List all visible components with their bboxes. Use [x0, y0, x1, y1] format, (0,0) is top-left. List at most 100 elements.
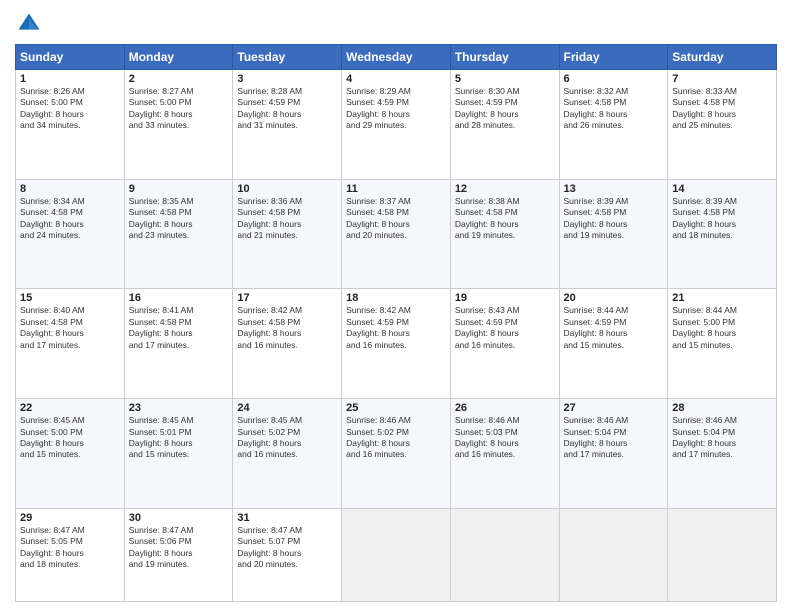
- cell-info: Sunrise: 8:45 AM Sunset: 5:00 PM Dayligh…: [20, 415, 120, 461]
- calendar-cell: 19Sunrise: 8:43 AM Sunset: 4:59 PM Dayli…: [450, 289, 559, 399]
- calendar-cell: [450, 508, 559, 601]
- cell-info: Sunrise: 8:37 AM Sunset: 4:58 PM Dayligh…: [346, 196, 446, 242]
- calendar-cell: 24Sunrise: 8:45 AM Sunset: 5:02 PM Dayli…: [233, 399, 342, 509]
- day-number: 17: [237, 292, 337, 304]
- header: [15, 10, 777, 38]
- logo: [15, 10, 47, 38]
- calendar-cell: 15Sunrise: 8:40 AM Sunset: 4:58 PM Dayli…: [16, 289, 125, 399]
- cell-info: Sunrise: 8:44 AM Sunset: 4:59 PM Dayligh…: [564, 305, 664, 351]
- calendar-table: SundayMondayTuesdayWednesdayThursdayFrid…: [15, 44, 777, 602]
- cell-info: Sunrise: 8:43 AM Sunset: 4:59 PM Dayligh…: [455, 305, 555, 351]
- calendar-cell: 23Sunrise: 8:45 AM Sunset: 5:01 PM Dayli…: [124, 399, 233, 509]
- day-number: 11: [346, 183, 446, 195]
- day-number: 12: [455, 183, 555, 195]
- page: SundayMondayTuesdayWednesdayThursdayFrid…: [0, 0, 792, 612]
- cell-info: Sunrise: 8:47 AM Sunset: 5:07 PM Dayligh…: [237, 525, 337, 571]
- day-number: 19: [455, 292, 555, 304]
- day-number: 29: [20, 512, 120, 524]
- cell-info: Sunrise: 8:47 AM Sunset: 5:05 PM Dayligh…: [20, 525, 120, 571]
- weekday-header-wednesday: Wednesday: [342, 45, 451, 70]
- cell-info: Sunrise: 8:38 AM Sunset: 4:58 PM Dayligh…: [455, 196, 555, 242]
- calendar-cell: 21Sunrise: 8:44 AM Sunset: 5:00 PM Dayli…: [668, 289, 777, 399]
- weekday-header-monday: Monday: [124, 45, 233, 70]
- calendar-cell: [342, 508, 451, 601]
- calendar-week-row: 8Sunrise: 8:34 AM Sunset: 4:58 PM Daylig…: [16, 179, 777, 289]
- cell-info: Sunrise: 8:33 AM Sunset: 4:58 PM Dayligh…: [672, 86, 772, 132]
- calendar-cell: 27Sunrise: 8:46 AM Sunset: 5:04 PM Dayli…: [559, 399, 668, 509]
- calendar-cell: 12Sunrise: 8:38 AM Sunset: 4:58 PM Dayli…: [450, 179, 559, 289]
- logo-icon: [15, 10, 43, 38]
- cell-info: Sunrise: 8:32 AM Sunset: 4:58 PM Dayligh…: [564, 86, 664, 132]
- day-number: 13: [564, 183, 664, 195]
- day-number: 23: [129, 402, 229, 414]
- day-number: 18: [346, 292, 446, 304]
- cell-info: Sunrise: 8:27 AM Sunset: 5:00 PM Dayligh…: [129, 86, 229, 132]
- calendar-cell: 13Sunrise: 8:39 AM Sunset: 4:58 PM Dayli…: [559, 179, 668, 289]
- weekday-header-row: SundayMondayTuesdayWednesdayThursdayFrid…: [16, 45, 777, 70]
- calendar-cell: 25Sunrise: 8:46 AM Sunset: 5:02 PM Dayli…: [342, 399, 451, 509]
- calendar-week-row: 15Sunrise: 8:40 AM Sunset: 4:58 PM Dayli…: [16, 289, 777, 399]
- cell-info: Sunrise: 8:35 AM Sunset: 4:58 PM Dayligh…: [129, 196, 229, 242]
- calendar-cell: 4Sunrise: 8:29 AM Sunset: 4:59 PM Daylig…: [342, 70, 451, 180]
- calendar-cell: 14Sunrise: 8:39 AM Sunset: 4:58 PM Dayli…: [668, 179, 777, 289]
- cell-info: Sunrise: 8:42 AM Sunset: 4:58 PM Dayligh…: [237, 305, 337, 351]
- cell-info: Sunrise: 8:46 AM Sunset: 5:02 PM Dayligh…: [346, 415, 446, 461]
- cell-info: Sunrise: 8:45 AM Sunset: 5:01 PM Dayligh…: [129, 415, 229, 461]
- calendar-cell: 30Sunrise: 8:47 AM Sunset: 5:06 PM Dayli…: [124, 508, 233, 601]
- day-number: 1: [20, 73, 120, 85]
- cell-info: Sunrise: 8:30 AM Sunset: 4:59 PM Dayligh…: [455, 86, 555, 132]
- day-number: 28: [672, 402, 772, 414]
- cell-info: Sunrise: 8:28 AM Sunset: 4:59 PM Dayligh…: [237, 86, 337, 132]
- calendar-week-row: 1Sunrise: 8:26 AM Sunset: 5:00 PM Daylig…: [16, 70, 777, 180]
- day-number: 27: [564, 402, 664, 414]
- cell-info: Sunrise: 8:45 AM Sunset: 5:02 PM Dayligh…: [237, 415, 337, 461]
- calendar-cell: 7Sunrise: 8:33 AM Sunset: 4:58 PM Daylig…: [668, 70, 777, 180]
- calendar-cell: 17Sunrise: 8:42 AM Sunset: 4:58 PM Dayli…: [233, 289, 342, 399]
- cell-info: Sunrise: 8:46 AM Sunset: 5:04 PM Dayligh…: [564, 415, 664, 461]
- day-number: 15: [20, 292, 120, 304]
- calendar-cell: 10Sunrise: 8:36 AM Sunset: 4:58 PM Dayli…: [233, 179, 342, 289]
- day-number: 26: [455, 402, 555, 414]
- weekday-header-saturday: Saturday: [668, 45, 777, 70]
- calendar-cell: 5Sunrise: 8:30 AM Sunset: 4:59 PM Daylig…: [450, 70, 559, 180]
- calendar-cell: 26Sunrise: 8:46 AM Sunset: 5:03 PM Dayli…: [450, 399, 559, 509]
- calendar-cell: 3Sunrise: 8:28 AM Sunset: 4:59 PM Daylig…: [233, 70, 342, 180]
- weekday-header-sunday: Sunday: [16, 45, 125, 70]
- day-number: 24: [237, 402, 337, 414]
- calendar-cell: 1Sunrise: 8:26 AM Sunset: 5:00 PM Daylig…: [16, 70, 125, 180]
- cell-info: Sunrise: 8:34 AM Sunset: 4:58 PM Dayligh…: [20, 196, 120, 242]
- cell-info: Sunrise: 8:44 AM Sunset: 5:00 PM Dayligh…: [672, 305, 772, 351]
- calendar-cell: 16Sunrise: 8:41 AM Sunset: 4:58 PM Dayli…: [124, 289, 233, 399]
- calendar-cell: 31Sunrise: 8:47 AM Sunset: 5:07 PM Dayli…: [233, 508, 342, 601]
- day-number: 10: [237, 183, 337, 195]
- calendar-cell: 22Sunrise: 8:45 AM Sunset: 5:00 PM Dayli…: [16, 399, 125, 509]
- calendar-cell: 28Sunrise: 8:46 AM Sunset: 5:04 PM Dayli…: [668, 399, 777, 509]
- calendar-week-row: 22Sunrise: 8:45 AM Sunset: 5:00 PM Dayli…: [16, 399, 777, 509]
- day-number: 16: [129, 292, 229, 304]
- calendar-cell: 11Sunrise: 8:37 AM Sunset: 4:58 PM Dayli…: [342, 179, 451, 289]
- cell-info: Sunrise: 8:36 AM Sunset: 4:58 PM Dayligh…: [237, 196, 337, 242]
- day-number: 9: [129, 183, 229, 195]
- day-number: 25: [346, 402, 446, 414]
- day-number: 4: [346, 73, 446, 85]
- day-number: 20: [564, 292, 664, 304]
- weekday-header-tuesday: Tuesday: [233, 45, 342, 70]
- calendar-cell: 6Sunrise: 8:32 AM Sunset: 4:58 PM Daylig…: [559, 70, 668, 180]
- day-number: 21: [672, 292, 772, 304]
- day-number: 31: [237, 512, 337, 524]
- calendar-cell: [559, 508, 668, 601]
- day-number: 30: [129, 512, 229, 524]
- cell-info: Sunrise: 8:29 AM Sunset: 4:59 PM Dayligh…: [346, 86, 446, 132]
- cell-info: Sunrise: 8:26 AM Sunset: 5:00 PM Dayligh…: [20, 86, 120, 132]
- day-number: 2: [129, 73, 229, 85]
- calendar-cell: [668, 508, 777, 601]
- calendar-week-row: 29Sunrise: 8:47 AM Sunset: 5:05 PM Dayli…: [16, 508, 777, 601]
- day-number: 5: [455, 73, 555, 85]
- day-number: 8: [20, 183, 120, 195]
- cell-info: Sunrise: 8:41 AM Sunset: 4:58 PM Dayligh…: [129, 305, 229, 351]
- day-number: 3: [237, 73, 337, 85]
- day-number: 14: [672, 183, 772, 195]
- day-number: 7: [672, 73, 772, 85]
- day-number: 6: [564, 73, 664, 85]
- cell-info: Sunrise: 8:46 AM Sunset: 5:03 PM Dayligh…: [455, 415, 555, 461]
